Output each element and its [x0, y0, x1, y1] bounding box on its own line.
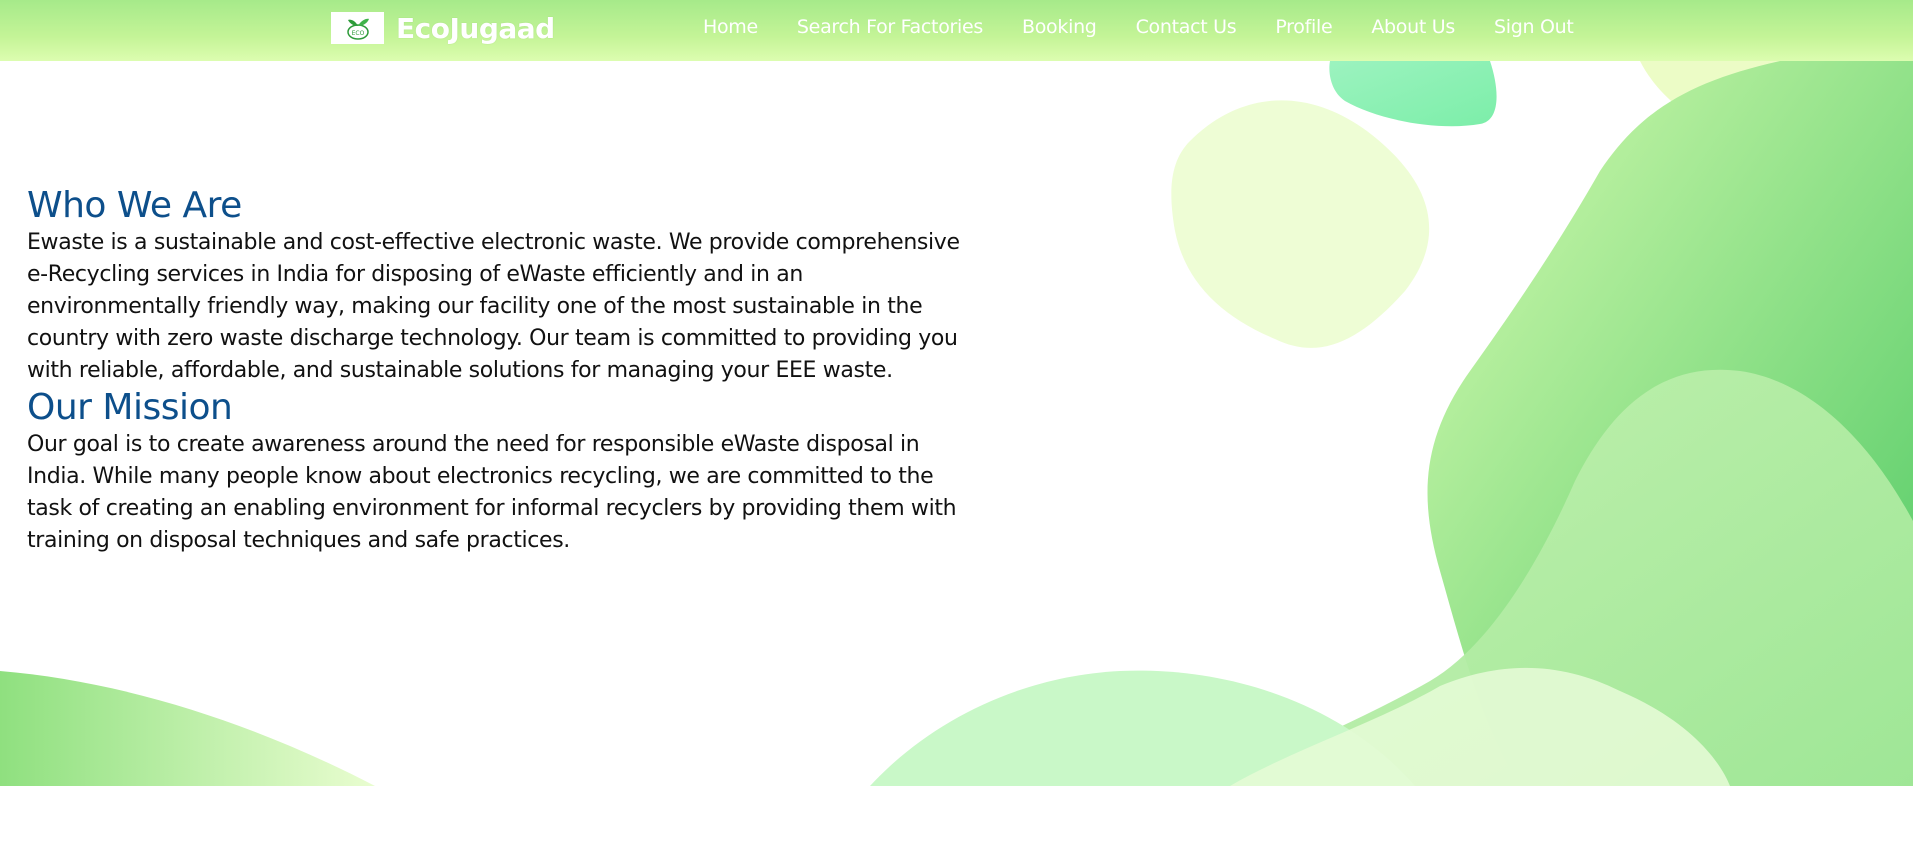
our-mission-text: Our goal is to create awareness around t…: [27, 432, 957, 553]
nav-profile[interactable]: Profile: [1275, 16, 1332, 38]
who-we-are-text: Ewaste is a sustainable and cost-effecti…: [27, 230, 960, 383]
our-mission-heading: Our Mission: [27, 387, 233, 428]
nav-about-us[interactable]: About Us: [1371, 16, 1455, 38]
about-hero: Who We Are Ewaste is a sustainable and c…: [0, 61, 1913, 787]
brand[interactable]: ECO EcoJugaad: [331, 12, 555, 45]
brand-name[interactable]: EcoJugaad: [396, 12, 555, 45]
nav-search-for-factories[interactable]: Search For Factories: [797, 16, 983, 38]
svg-text:ECO: ECO: [351, 30, 364, 37]
nav-booking[interactable]: Booking: [1022, 16, 1097, 38]
leaf-logo-icon: ECO: [346, 18, 369, 40]
main-nav: Home Search For Factories Booking Contac…: [703, 16, 1574, 38]
nav-home[interactable]: Home: [703, 16, 758, 38]
about-content: Who We Are Ewaste is a sustainable and c…: [27, 185, 962, 557]
nav-contact-us[interactable]: Contact Us: [1136, 16, 1237, 38]
logo[interactable]: ECO: [331, 12, 384, 44]
who-we-are-heading: Who We Are: [27, 185, 242, 226]
navbar: ECO EcoJugaad Home Search For Factories …: [0, 0, 1913, 61]
nav-sign-out[interactable]: Sign Out: [1494, 16, 1574, 38]
